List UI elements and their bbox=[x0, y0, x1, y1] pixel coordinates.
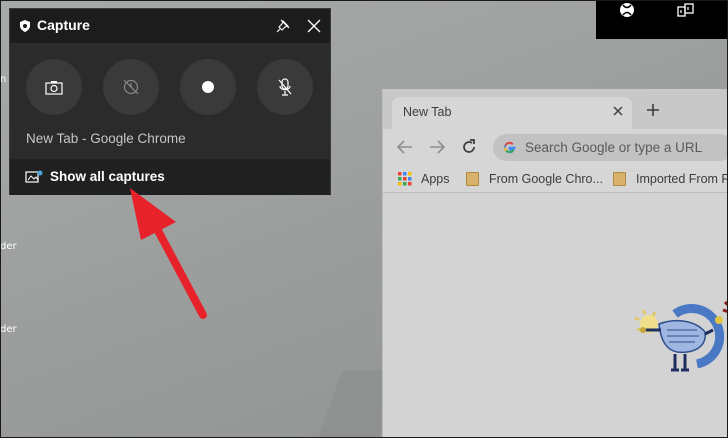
bookmark-folder-imported[interactable]: Imported From Fi bbox=[613, 171, 728, 187]
google-g-icon bbox=[503, 141, 516, 154]
google-doodle[interactable] bbox=[615, 284, 728, 384]
screenshot-button[interactable] bbox=[26, 59, 82, 115]
desktop-icon-label: der bbox=[0, 324, 17, 335]
tab-new-tab[interactable]: New Tab bbox=[392, 97, 632, 129]
reload-icon bbox=[463, 139, 475, 153]
bookmark-label: Imported From Fi bbox=[636, 172, 728, 186]
bookmark-apps[interactable]: Apps bbox=[398, 171, 450, 187]
capture-target-window: New Tab - Google Chrome bbox=[26, 131, 186, 146]
pin-icon[interactable] bbox=[273, 16, 293, 36]
start-recording-button[interactable] bbox=[180, 59, 236, 115]
arrow-right-icon bbox=[430, 140, 445, 154]
forward-button[interactable] bbox=[427, 137, 447, 157]
desktop-icon-label: n bbox=[0, 74, 7, 85]
apps-grid-icon bbox=[398, 172, 412, 186]
camera-icon bbox=[45, 80, 63, 95]
folder-icon bbox=[613, 172, 626, 186]
close-icon[interactable] bbox=[304, 16, 324, 36]
xbox-game-bar bbox=[596, 0, 728, 39]
mic-toggle-button[interactable] bbox=[257, 59, 313, 115]
show-all-captures-button[interactable]: Show all captures bbox=[10, 159, 330, 195]
bookmark-label: From Google Chro... bbox=[489, 172, 603, 186]
mic-off-icon bbox=[278, 78, 292, 96]
record-dot-icon bbox=[202, 81, 214, 93]
capture-logo-icon bbox=[20, 20, 30, 32]
capture-header: Capture bbox=[10, 9, 330, 43]
folder-icon bbox=[466, 172, 479, 186]
capture-widget: Capture New Tab - Google Chrome Show all… bbox=[9, 8, 331, 195]
record-last-30s-button[interactable] bbox=[103, 59, 159, 115]
omnibox-placeholder: Search Google or type a URL bbox=[525, 140, 703, 155]
reload-button[interactable] bbox=[459, 137, 479, 157]
omnibox[interactable]: Search Google or type a URL bbox=[493, 134, 728, 161]
xbox-icon[interactable] bbox=[612, 0, 642, 20]
arrow-left-icon bbox=[397, 140, 412, 154]
close-icon[interactable] bbox=[610, 103, 626, 119]
tab-strip: New Tab bbox=[383, 89, 728, 129]
tab-title: New Tab bbox=[403, 105, 452, 119]
new-tab-page bbox=[383, 194, 728, 438]
chrome-window: New Tab Search Google or type a URL Apps… bbox=[382, 89, 728, 438]
plus-icon bbox=[647, 104, 659, 116]
widget-menu-icon[interactable] bbox=[671, 0, 701, 20]
capture-title: Capture bbox=[37, 17, 90, 33]
bookmarks-bar: Apps From Google Chro... Imported From F… bbox=[383, 165, 728, 193]
chrome-toolbar: Search Google or type a URL bbox=[383, 129, 728, 165]
new-tab-button[interactable] bbox=[644, 101, 662, 119]
bookmark-label: Apps bbox=[421, 172, 450, 186]
back-button[interactable] bbox=[395, 137, 415, 157]
gallery-icon bbox=[25, 170, 43, 183]
show-all-captures-label: Show all captures bbox=[50, 169, 165, 184]
desktop-icon-label: der bbox=[0, 241, 17, 252]
bookmark-folder-google-chrome[interactable]: From Google Chro... bbox=[466, 171, 603, 187]
rewind-record-icon bbox=[123, 79, 139, 95]
